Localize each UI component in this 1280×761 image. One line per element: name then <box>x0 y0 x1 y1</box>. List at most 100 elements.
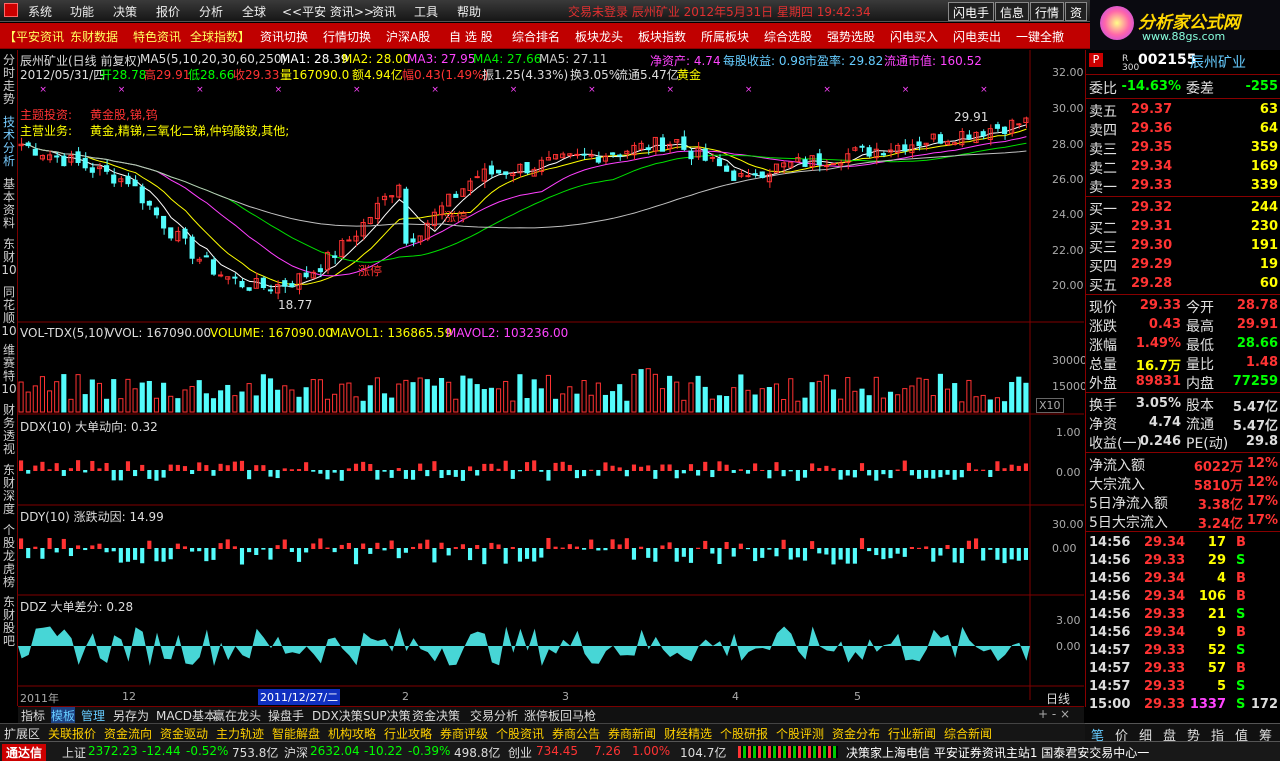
quick-cancel-all[interactable]: 一键全撤 <box>1016 28 1064 45</box>
quick-sector-index[interactable]: 板块指数 <box>638 28 686 45</box>
ask-row[interactable]: 卖二 29.34 169 <box>1086 157 1280 177</box>
link-all-news[interactable]: 综合新闻 <box>944 725 992 742</box>
tab-finance[interactable]: 财务透视 <box>1 404 17 456</box>
menu-system[interactable]: 系统 <box>28 3 52 20</box>
link-broker-news[interactable]: 券商新闻 <box>608 725 656 742</box>
tab-ths-10[interactable]: 同花顺10 <box>1 286 17 338</box>
quick-flash-buy[interactable]: 闪电买入 <box>890 28 938 45</box>
link-main-track[interactable]: 主力轨迹 <box>216 725 264 742</box>
link-fund-flow[interactable]: 资金流向 <box>104 725 152 742</box>
tab-trade-analysis[interactable]: 交易分析 <box>470 707 518 724</box>
bid-row[interactable]: 买五 29.28 60 <box>1086 274 1280 294</box>
period-daily[interactable]: 日线 <box>1046 690 1070 707</box>
tab-save-as[interactable]: 另存为 <box>113 707 149 724</box>
link-related-quote[interactable]: 关联报价 <box>48 725 96 742</box>
link-inst-strategy[interactable]: 机构攻略 <box>328 725 376 742</box>
tab-guba[interactable]: 东财股吧 <box>1 596 17 648</box>
link-broker-notice[interactable]: 券商公告 <box>552 725 600 742</box>
tab-template[interactable]: 模板 <box>51 707 76 724</box>
tab-trader[interactable]: 操盘手 <box>268 707 304 724</box>
tick-time: 14:57 <box>1089 643 1131 658</box>
link-fund-drive[interactable]: 资金驱动 <box>160 725 208 742</box>
quick-ranking[interactable]: 综合排名 <box>512 28 560 45</box>
candle-body <box>218 274 224 277</box>
info-button[interactable]: 信息 <box>995 2 1030 21</box>
menu-analysis[interactable]: 分析 <box>199 3 223 20</box>
quick-pingan-info[interactable]: 【平安资讯 <box>4 28 64 45</box>
quick-hs-a[interactable]: 沪深A股 <box>386 28 430 45</box>
bid-row[interactable]: 买一 29.32 244 <box>1086 198 1280 218</box>
link-fund-dist[interactable]: 资金分布 <box>832 725 880 742</box>
bid-row[interactable]: 买四 29.29 19 <box>1086 255 1280 275</box>
volume-bar <box>168 395 174 413</box>
info-volume: 量167090.0 <box>280 68 350 82</box>
tab-ddx-decision[interactable]: DDX决策 <box>312 707 363 724</box>
quick-sector-leaders[interactable]: 板块龙头 <box>575 28 623 45</box>
tab-intraday[interactable]: 分时走势 <box>1 54 17 106</box>
ddy-bar <box>254 548 259 555</box>
ask-row[interactable]: 卖四 29.36 64 <box>1086 119 1280 139</box>
tick-row: 14:57 29.33 57 B <box>1086 660 1280 678</box>
quick-flash-sell[interactable]: 闪电卖出 <box>953 28 1001 45</box>
tab-eastmoney-depth[interactable]: 东财深度 <box>1 464 17 516</box>
quotes-button[interactable]: 行情 <box>1030 2 1065 21</box>
ddx-bar <box>874 470 879 481</box>
zi-button[interactable]: 资 <box>1065 2 1088 21</box>
link-expand[interactable]: 扩展区 <box>4 725 40 742</box>
tab-eastmoney-10[interactable]: 东财10 <box>1 238 17 277</box>
ask-row[interactable]: 卖三 29.35 359 <box>1086 138 1280 158</box>
quick-own-sector[interactable]: 所属板块 <box>701 28 749 45</box>
stat-value: 1.49% <box>1135 336 1181 351</box>
tab-limitup-pullback[interactable]: 涨停板回马枪 <box>524 707 596 724</box>
ddy-bar <box>774 548 779 557</box>
quick-info-switch[interactable]: 资讯切换 <box>260 28 308 45</box>
ddy-bar <box>760 548 765 558</box>
tab-fundamental[interactable]: 基本资料 <box>1 178 17 230</box>
quick-quote-switch[interactable]: 行情切换 <box>323 28 371 45</box>
menu-help[interactable]: 帮助 <box>457 3 481 20</box>
link-stock-news[interactable]: 个股资讯 <box>496 725 544 742</box>
tab-technical[interactable]: 技术分析 <box>1 116 17 168</box>
quick-eastmoney-data[interactable]: 东财数据 <box>70 28 118 45</box>
bid-row[interactable]: 买二 29.31 230 <box>1086 217 1280 237</box>
link-finance-select[interactable]: 财经精选 <box>664 725 712 742</box>
chart-area[interactable]: × × × × × × × × × × × × × 辰州矿业(日线 前复权) MA5(5,10,20,3… <box>18 50 1087 707</box>
quick-global-index[interactable]: 全球指数】 <box>190 28 250 45</box>
ask-row[interactable]: 卖五 29.37 63 <box>1086 100 1280 120</box>
link-stock-eval[interactable]: 个股评测 <box>776 725 824 742</box>
quick-strong-pick[interactable]: 强势选股 <box>827 28 875 45</box>
bid-row[interactable]: 买三 29.30 191 <box>1086 236 1280 256</box>
menu-function[interactable]: 功能 <box>70 3 94 20</box>
link-smart-read[interactable]: 智能解盘 <box>272 725 320 742</box>
ddx-bar <box>546 470 551 481</box>
quick-stock-pick[interactable]: 综合选股 <box>764 28 812 45</box>
tab-indicator[interactable]: 指标 <box>21 707 45 724</box>
tab-fund-decision[interactable]: 资金决策 <box>412 707 460 724</box>
menu-quote[interactable]: 报价 <box>156 3 180 20</box>
tab-win-leader[interactable]: 赢在龙头 <box>213 707 261 724</box>
menu-tools[interactable]: 工具 <box>414 3 438 20</box>
quick-special-info[interactable]: 特色资讯 <box>133 28 181 45</box>
menu-info[interactable]: 资讯 <box>372 3 396 20</box>
link-industry-strategy[interactable]: 行业攻略 <box>384 725 432 742</box>
flash-trade-button[interactable]: 闪电手 <box>948 2 995 21</box>
stock-name[interactable]: 辰州矿业 <box>1190 52 1246 72</box>
tab-weisaite-10[interactable]: 维赛特10 <box>1 344 17 396</box>
tick-volume: 5 <box>1216 679 1226 694</box>
candle-body <box>823 165 829 168</box>
tab-sup-decision[interactable]: SUP决策 <box>363 707 411 724</box>
ddx-bar <box>318 470 323 474</box>
ask-row[interactable]: 卖一 29.33 339 <box>1086 176 1280 196</box>
menu-decision[interactable]: 决策 <box>113 3 137 20</box>
menu-global[interactable]: 全球 <box>242 3 266 20</box>
link-industry-news[interactable]: 行业新闻 <box>888 725 936 742</box>
menu-pingan-info[interactable]: <<平安 资讯>> <box>282 3 374 20</box>
tab-manage[interactable]: 管理 <box>81 707 105 724</box>
tab-macd[interactable]: MACD基本 <box>156 707 216 724</box>
quick-watchlist[interactable]: 自 选 股 <box>449 28 493 45</box>
zoom-controls[interactable]: + - × <box>1038 707 1070 721</box>
tab-longhubang[interactable]: 个股龙虎榜 <box>1 524 17 589</box>
link-broker-rating[interactable]: 券商评级 <box>440 725 488 742</box>
link-research[interactable]: 个股研报 <box>720 725 768 742</box>
ddy-bar <box>924 546 929 549</box>
